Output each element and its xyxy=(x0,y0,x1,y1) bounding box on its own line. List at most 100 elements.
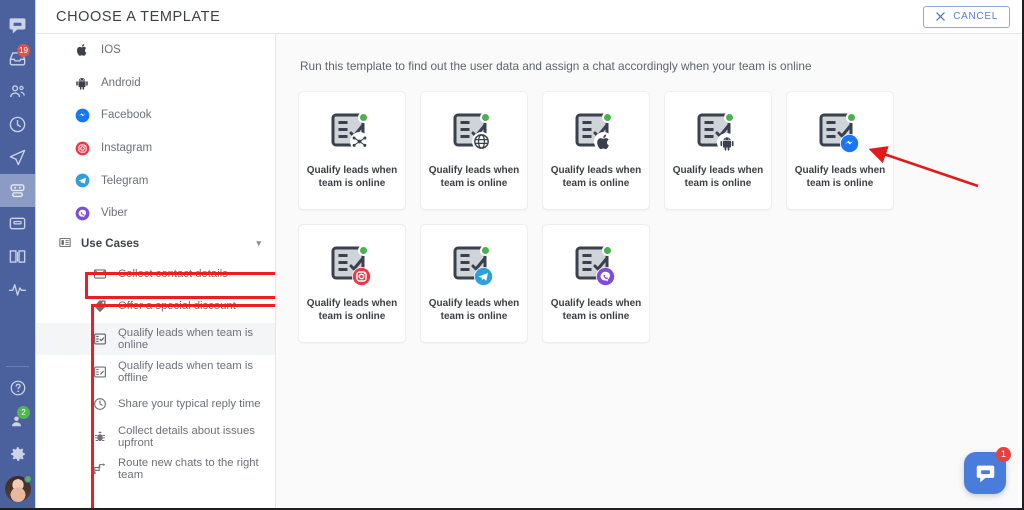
category-item-viber[interactable]: Viber xyxy=(36,197,275,230)
knowledge-book-icon xyxy=(9,250,26,263)
template-card-1[interactable]: Qualify leads when team is online xyxy=(298,91,406,210)
rail-item-contacts[interactable] xyxy=(0,75,35,108)
template-card-6[interactable]: Qualify leads when team is online xyxy=(298,224,406,343)
chat-widget-unread-badge: 1 xyxy=(996,447,1011,462)
category-item-label: Telegram xyxy=(101,174,149,187)
analytics-pulse-icon xyxy=(8,284,27,296)
template-status-dot xyxy=(358,112,369,123)
use-case-item-collect-contact-details[interactable]: Collect contact details xyxy=(36,258,275,291)
rail-divider xyxy=(6,366,29,367)
viber-icon xyxy=(74,205,90,221)
category-item-label: Facebook xyxy=(101,109,152,122)
category-item-telegram[interactable]: Telegram xyxy=(36,164,275,197)
bug-gear-icon xyxy=(92,429,107,444)
category-item-label: Instagram xyxy=(101,142,153,155)
use-case-item-label: Offer a special discount xyxy=(118,300,236,313)
template-form-icon xyxy=(329,111,375,155)
apple-icon xyxy=(74,42,90,58)
template-form-icon xyxy=(817,111,863,155)
template-card-3[interactable]: Qualify leads when team is online xyxy=(542,91,650,210)
template-status-dot xyxy=(358,245,369,256)
template-card-8[interactable]: Qualify leads when team is online xyxy=(542,224,650,343)
category-group-use-cases[interactable]: Use Cases ▾ xyxy=(36,230,275,258)
use-case-item-collect-details-about-issues-upfront[interactable]: Collect details about issues upfront xyxy=(36,421,275,454)
template-card-4[interactable]: Qualify leads when team is online xyxy=(664,91,772,210)
rail-item-settings[interactable] xyxy=(0,437,35,470)
template-form-icon xyxy=(451,244,497,288)
cancel-button-label: CANCEL xyxy=(953,11,998,22)
use-case-item-qualify-leads-when-team-is-offline[interactable]: Qualify leads when team is offline xyxy=(36,355,275,388)
app-window: 19 2 CHOOSE A TEMPLATE CANCEL IOS Androi… xyxy=(0,0,1024,510)
template-status-dot xyxy=(846,112,857,123)
clock-history-icon xyxy=(9,116,26,133)
rail-item-invite-team[interactable]: 2 xyxy=(0,404,35,437)
chevron-down-icon: ▾ xyxy=(256,238,261,249)
instagram-icon xyxy=(352,267,371,286)
route-arrows-icon xyxy=(92,462,107,477)
template-card-label: Qualify leads when team is online xyxy=(428,298,520,322)
rail-item-campaigns[interactable] xyxy=(0,141,35,174)
rail-item-chats[interactable] xyxy=(0,9,35,42)
facebook-messenger-icon xyxy=(840,134,859,153)
template-card-7[interactable]: Qualify leads when team is online xyxy=(420,224,528,343)
use-case-item-qualify-leads-when-team-is-online[interactable]: Qualify leads when team is online xyxy=(36,322,275,356)
use-case-item-route-new-chats-to-the-right-team[interactable]: Route new chats to the right team xyxy=(36,453,275,486)
template-status-dot xyxy=(602,112,613,123)
template-form-icon xyxy=(329,244,375,288)
category-item-label: Viber xyxy=(101,207,128,220)
rail-primary-nav: 19 xyxy=(0,0,35,306)
template-description: Run this template to find out the user d… xyxy=(300,59,812,73)
template-card-label: Qualify leads when team is online xyxy=(306,298,398,322)
send-paper-plane-icon xyxy=(9,149,26,166)
use-case-item-label: Collect contact details xyxy=(118,267,228,280)
use-case-item-share-your-typical-reply-time[interactable]: Share your typical reply time xyxy=(36,388,275,421)
category-item-facebook[interactable]: Facebook xyxy=(36,99,275,132)
close-icon xyxy=(936,12,945,21)
telegram-icon xyxy=(474,267,493,286)
template-form-icon xyxy=(573,244,619,288)
avatar[interactable] xyxy=(4,475,32,502)
category-item-android[interactable]: Android xyxy=(36,67,275,100)
rail-item-help[interactable] xyxy=(0,371,35,404)
use-case-item-label: Qualify leads when team is offline xyxy=(118,359,254,384)
template-card-label: Qualify leads when team is online xyxy=(428,165,520,189)
category-item-instagram[interactable]: Instagram xyxy=(36,132,275,165)
template-status-dot xyxy=(480,112,491,123)
android-icon xyxy=(717,133,736,152)
window-body: IOS Android Facebook Instagram Telegram … xyxy=(36,34,1024,510)
cancel-button[interactable]: CANCEL xyxy=(923,5,1010,28)
rail-item-archive[interactable] xyxy=(0,207,35,240)
telegram-icon xyxy=(74,173,90,189)
rail-item-knowledge-base[interactable] xyxy=(0,240,35,273)
template-card-5[interactable]: Qualify leads when team is online xyxy=(786,91,894,210)
gear-settings-icon xyxy=(10,446,25,461)
use-cases-icon xyxy=(58,236,72,252)
use-case-item-label: Qualify leads when team is online xyxy=(118,327,254,352)
form-check-icon xyxy=(92,332,107,347)
rail-item-inbox[interactable]: 19 xyxy=(0,42,35,75)
window-titlebar: CHOOSE A TEMPLATE CANCEL xyxy=(36,0,1024,34)
rail-secondary-nav: 2 xyxy=(0,358,35,510)
category-item-ios[interactable]: IOS xyxy=(36,34,275,67)
template-form-icon xyxy=(451,111,497,155)
use-case-item-label: Share your typical reply time xyxy=(118,398,261,411)
template-gallery: Run this template to find out the user d… xyxy=(276,34,1024,510)
rail-item-history[interactable] xyxy=(0,108,35,141)
template-card-label: Qualify leads when team is online xyxy=(306,165,398,189)
template-status-dot xyxy=(602,245,613,256)
template-status-dot xyxy=(480,245,491,256)
invite-team-badge: 2 xyxy=(17,406,30,419)
use-case-item-offer-a-special-discount[interactable]: Offer a special discount xyxy=(36,290,275,323)
template-card-2[interactable]: Qualify leads when team is online xyxy=(420,91,528,210)
envelope-icon xyxy=(92,266,107,281)
rail-item-chatbots[interactable] xyxy=(0,174,35,207)
facebook-messenger-icon xyxy=(74,107,90,123)
app-sidebar-rail: 19 2 xyxy=(0,0,35,510)
page-title: CHOOSE A TEMPLATE xyxy=(56,8,221,25)
archive-box-icon xyxy=(9,217,26,230)
contacts-icon xyxy=(10,85,25,98)
rail-item-analytics[interactable] xyxy=(0,273,35,306)
chat-widget-launcher[interactable]: 1 xyxy=(964,447,1011,494)
template-status-dot xyxy=(724,112,735,123)
template-card-label: Qualify leads when team is online xyxy=(550,165,642,189)
